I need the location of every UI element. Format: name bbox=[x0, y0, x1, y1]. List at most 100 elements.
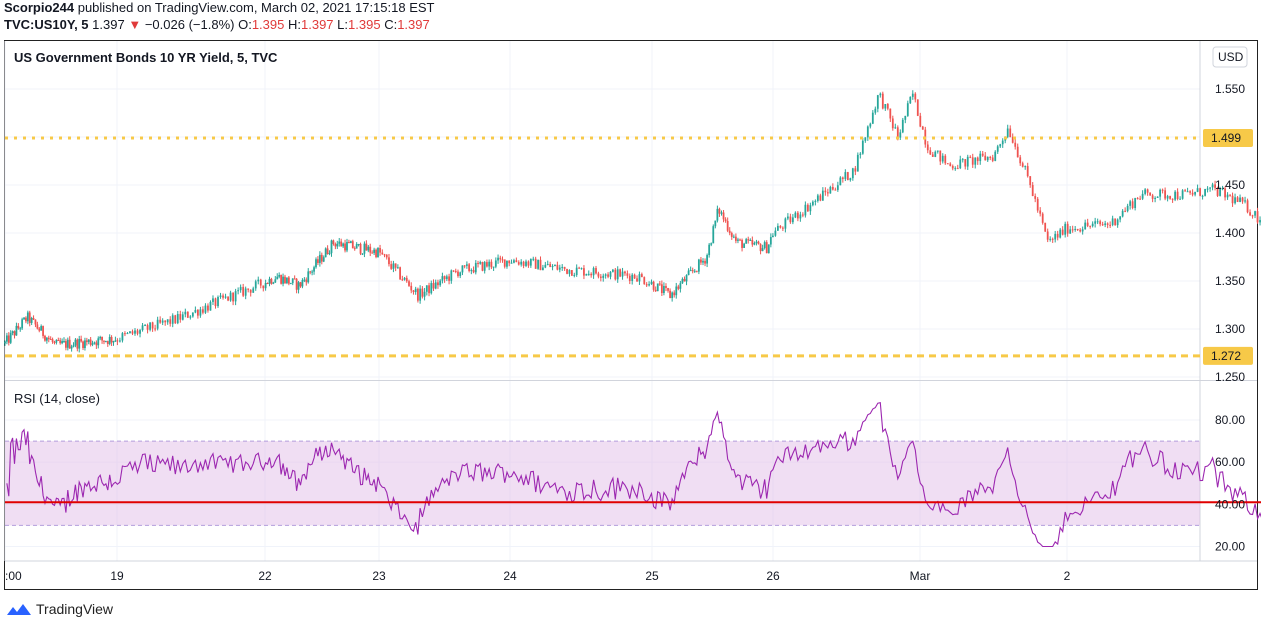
candle-body bbox=[463, 265, 466, 267]
candle-body bbox=[181, 314, 184, 320]
candle-body bbox=[44, 335, 46, 341]
candle-body bbox=[931, 154, 934, 157]
candle-body bbox=[53, 341, 56, 343]
candle-body bbox=[537, 259, 539, 269]
chart-svg[interactable]: 1.499 1.272 1.250 1.300 1.350 1.400 1.450 1.550… bbox=[0, 0, 1261, 622]
rsi-tick-label: 80.00 bbox=[1215, 413, 1245, 427]
candle-body bbox=[196, 309, 199, 316]
candle-body bbox=[578, 267, 581, 269]
candle-body bbox=[1181, 190, 1184, 199]
candle-body bbox=[342, 243, 345, 247]
candle-body bbox=[328, 253, 331, 255]
candle-body bbox=[108, 336, 111, 344]
candle-body bbox=[344, 243, 346, 251]
candle-body bbox=[1256, 211, 1259, 223]
candle-body bbox=[161, 320, 164, 323]
candle-body bbox=[909, 96, 912, 104]
candle-body bbox=[311, 271, 314, 273]
candle-body bbox=[214, 298, 217, 307]
candle-body bbox=[139, 330, 141, 334]
candle-body bbox=[667, 288, 669, 291]
candle-body bbox=[794, 212, 797, 218]
candle-body bbox=[508, 260, 511, 264]
candle-body bbox=[971, 157, 974, 165]
candle-body bbox=[652, 281, 655, 290]
candle-body bbox=[282, 276, 284, 284]
candle-body bbox=[916, 99, 919, 116]
candle-body bbox=[126, 333, 129, 335]
candle-body bbox=[673, 292, 676, 296]
candle-body bbox=[34, 319, 37, 325]
candle-body bbox=[1249, 212, 1251, 216]
candle-body bbox=[403, 277, 406, 280]
candle-body bbox=[55, 339, 58, 343]
candle-body bbox=[561, 266, 564, 268]
candle-body bbox=[1226, 194, 1229, 198]
candle-body bbox=[904, 115, 907, 120]
candle-body bbox=[91, 343, 94, 345]
candle-body bbox=[891, 118, 894, 129]
candle-body bbox=[1244, 200, 1246, 202]
candle-body bbox=[1054, 233, 1057, 240]
candle-body bbox=[217, 297, 219, 307]
candle-body bbox=[4, 341, 6, 344]
candle-body bbox=[353, 248, 356, 250]
candle-body bbox=[675, 286, 678, 296]
candle-body bbox=[851, 168, 854, 179]
candle-body bbox=[609, 271, 612, 277]
candle-body bbox=[503, 259, 506, 267]
price-tick-label: 1.250 bbox=[1215, 370, 1245, 384]
candle-body bbox=[836, 185, 839, 190]
candle-body bbox=[280, 275, 283, 284]
candle-body bbox=[966, 156, 969, 167]
level-price-label: 1.272 bbox=[1211, 349, 1241, 363]
candle-body bbox=[1041, 213, 1044, 223]
candle-body bbox=[114, 340, 117, 342]
candle-body bbox=[291, 278, 294, 284]
candle-body bbox=[869, 123, 872, 127]
candle-body bbox=[1191, 192, 1194, 195]
candle-body bbox=[262, 285, 265, 289]
candle-body bbox=[486, 262, 488, 267]
candle-body bbox=[969, 156, 972, 158]
candle-body bbox=[106, 341, 109, 344]
candle-body bbox=[595, 268, 597, 274]
candle-body bbox=[99, 336, 102, 339]
candle-body bbox=[419, 288, 422, 301]
candle-body bbox=[357, 243, 360, 245]
candle-body bbox=[371, 252, 374, 254]
candle-body bbox=[638, 274, 641, 282]
candle-body bbox=[392, 263, 395, 269]
candle-body bbox=[434, 282, 437, 289]
candle-body bbox=[879, 93, 882, 96]
candle-body bbox=[631, 274, 634, 281]
candle-body bbox=[501, 259, 504, 261]
candle-body bbox=[730, 233, 733, 237]
candle-body bbox=[1019, 157, 1022, 164]
candle-body bbox=[264, 283, 267, 289]
candle-body bbox=[831, 186, 834, 190]
candle-body bbox=[834, 189, 837, 191]
candle-body bbox=[772, 235, 774, 238]
candle-body bbox=[839, 177, 842, 186]
candle-body bbox=[1091, 223, 1094, 227]
candle-body bbox=[1139, 198, 1142, 200]
candle-body bbox=[379, 247, 381, 253]
candle-body bbox=[1056, 233, 1059, 238]
candle-body bbox=[1166, 196, 1169, 199]
candle-body bbox=[101, 336, 103, 341]
candle-body bbox=[573, 274, 576, 276]
candle-body bbox=[546, 264, 549, 266]
candle-body bbox=[448, 276, 450, 281]
candle-body bbox=[149, 322, 151, 330]
candle-body bbox=[365, 243, 368, 251]
candle-body bbox=[751, 239, 754, 245]
candle-body bbox=[791, 217, 794, 223]
candle-body bbox=[1206, 188, 1209, 190]
candle-body bbox=[1081, 229, 1084, 232]
candle-body bbox=[568, 270, 571, 274]
candle-body bbox=[186, 311, 189, 318]
candle-body bbox=[919, 115, 922, 127]
time-tick-label: 19 bbox=[110, 569, 124, 583]
candle-body bbox=[234, 291, 237, 302]
